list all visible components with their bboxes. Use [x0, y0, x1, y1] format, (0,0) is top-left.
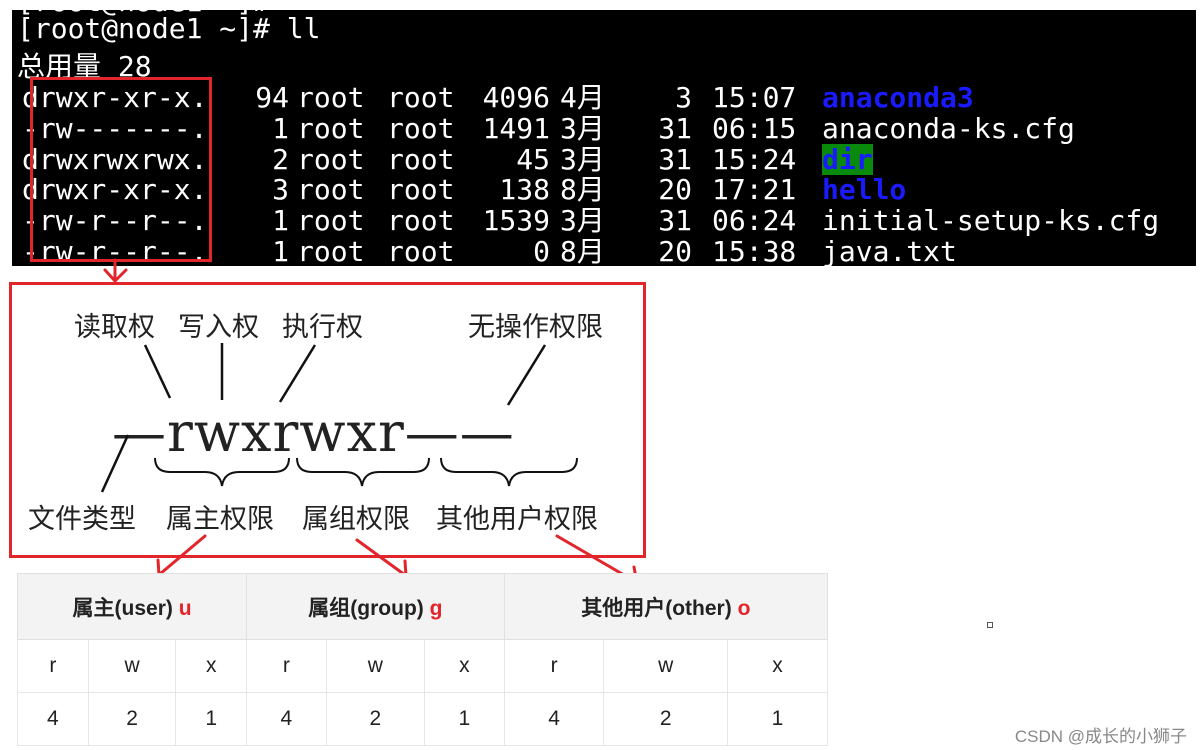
entry-group: root: [387, 173, 455, 207]
permission-value-cell: 1: [175, 692, 248, 746]
other-letter: o: [737, 596, 751, 620]
permission-diagram: 读取权 写入权 执行权 无操作权限 —rwxrwxr—— 文件类型 属主权限 属…: [9, 282, 646, 558]
watermark: CSDN @成长的小狮子: [1014, 727, 1187, 746]
entry-group: root: [387, 111, 455, 145]
entry-day: 20: [658, 173, 692, 207]
entry-time: 06:24: [712, 204, 797, 238]
table-row: 421421421: [17, 692, 828, 746]
entry-month: 3月: [560, 142, 605, 176]
entry-day: 3: [675, 81, 692, 114]
execute-label: 执行权: [282, 312, 363, 343]
entry-time: 15:24: [712, 142, 797, 176]
permission-letter-cell: x: [424, 639, 505, 693]
table-header-row: 属主(user) u 属组(group) g 其他用户(other) o: [16, 573, 829, 640]
entry-owner: root: [297, 142, 365, 176]
entry-group: root: [387, 204, 455, 238]
entry-group: root: [387, 142, 455, 176]
entry-day: 20: [658, 235, 692, 266]
no-permission-label: 无操作权限: [468, 312, 603, 343]
entry-links: 3: [272, 173, 289, 207]
permission-value-cell: 4: [17, 692, 89, 746]
header-group: 属组(group) g: [246, 573, 505, 640]
group-letter: g: [429, 596, 443, 620]
permission-letter-cell: x: [727, 639, 828, 693]
entry-month: 3月: [560, 204, 605, 238]
permission-letter-cell: r: [246, 639, 327, 693]
permission-value-cell: 1: [424, 692, 505, 746]
permission-letter-cell: w: [325, 639, 426, 693]
permission-value-cell: 1: [727, 692, 828, 746]
header-user: 属主(user) u: [16, 573, 248, 640]
permission-value-cell: 2: [325, 692, 426, 746]
small-square-mark: [987, 622, 993, 628]
entry-month: 8月: [560, 173, 605, 207]
table-row: rwxrwxrwx: [17, 639, 828, 693]
entry-name: dir: [822, 142, 873, 176]
entry-links: 2: [272, 142, 289, 176]
entry-owner: root: [297, 173, 365, 207]
entry-size: 45: [516, 142, 550, 176]
entry-name: anaconda-ks.cfg: [822, 111, 1075, 145]
permission-letter-cell: w: [87, 639, 177, 693]
entry-group: root: [387, 235, 455, 266]
permission-highlight-box: [30, 77, 212, 262]
entry-size: 138: [499, 173, 550, 207]
entry-name: hello: [822, 173, 907, 207]
entry-day: 31: [658, 204, 692, 238]
entry-owner: root: [297, 204, 365, 238]
permission-value-cell: 2: [87, 692, 177, 746]
permission-table: 属主(user) u 属组(group) g 其他用户(other) o rwx…: [16, 573, 829, 746]
entry-name: java.txt: [822, 235, 957, 266]
entry-time: 06:15: [712, 111, 797, 145]
entry-size: 0: [533, 235, 550, 266]
entry-size: 4096: [482, 81, 550, 114]
file-type-label: 文件类型: [28, 504, 136, 535]
user-letter: u: [178, 596, 192, 620]
entry-time: 15:07: [712, 81, 797, 114]
permission-letter-cell: x: [175, 639, 248, 693]
entry-time: 15:38: [712, 235, 797, 266]
entry-owner: root: [297, 81, 365, 114]
entry-links: 1: [272, 235, 289, 266]
permission-string: —rwxrwxr——: [112, 401, 515, 464]
owner-permission-label: 属主权限: [166, 504, 274, 535]
entry-size: 1491: [482, 111, 550, 145]
entry-links: 1: [272, 204, 289, 238]
entry-size: 1539: [482, 204, 550, 238]
read-label: 读取权: [74, 312, 155, 343]
permission-letter-cell: r: [17, 639, 89, 693]
entry-name: initial-setup-ks.cfg: [822, 204, 1160, 238]
group-permission-label: 属组权限: [302, 504, 410, 535]
entry-owner: root: [297, 111, 365, 145]
permission-letter-cell: r: [503, 639, 605, 693]
entry-time: 17:21: [712, 173, 797, 207]
write-label: 写入权: [178, 312, 259, 343]
entry-day: 31: [658, 111, 692, 145]
entry-owner: root: [297, 235, 365, 266]
permission-value-cell: 4: [246, 692, 327, 746]
entry-links: 94: [255, 81, 289, 114]
permission-letter-cell: w: [603, 639, 729, 693]
entry-name: anaconda3: [822, 81, 974, 114]
entry-month: 3月: [560, 111, 605, 145]
entry-day: 31: [658, 142, 692, 176]
permission-value-cell: 2: [603, 692, 729, 746]
entry-month: 4月: [560, 81, 605, 114]
entry-month: 8月: [560, 235, 605, 266]
permission-value-cell: 4: [503, 692, 605, 746]
header-other: 其他用户(other) o: [503, 573, 829, 640]
other-permission-label: 其他用户权限: [436, 504, 598, 535]
terminal-prompt: [root@node1 ~]# ll: [17, 12, 321, 45]
entry-links: 1: [272, 111, 289, 145]
entry-group: root: [387, 81, 455, 114]
